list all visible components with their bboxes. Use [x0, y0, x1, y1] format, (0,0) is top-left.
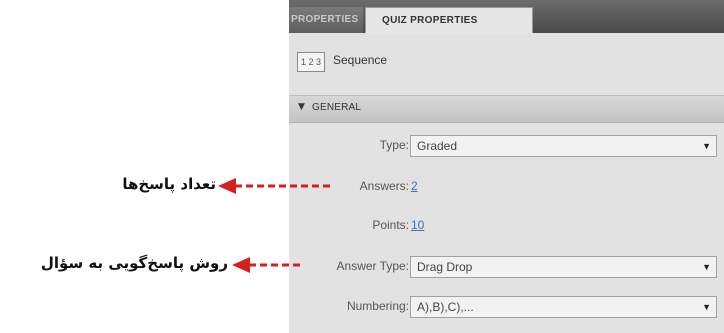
annotation-answers-count: تعداد پاسخ‌ها: [122, 175, 216, 193]
answer-type-arrow-icon: [232, 257, 300, 273]
annotation-answer-method: روش پاسخ‌گویی به سؤال: [40, 254, 228, 272]
annotation-arrows: [218, 178, 330, 273]
answers-arrow-icon: [218, 178, 330, 194]
